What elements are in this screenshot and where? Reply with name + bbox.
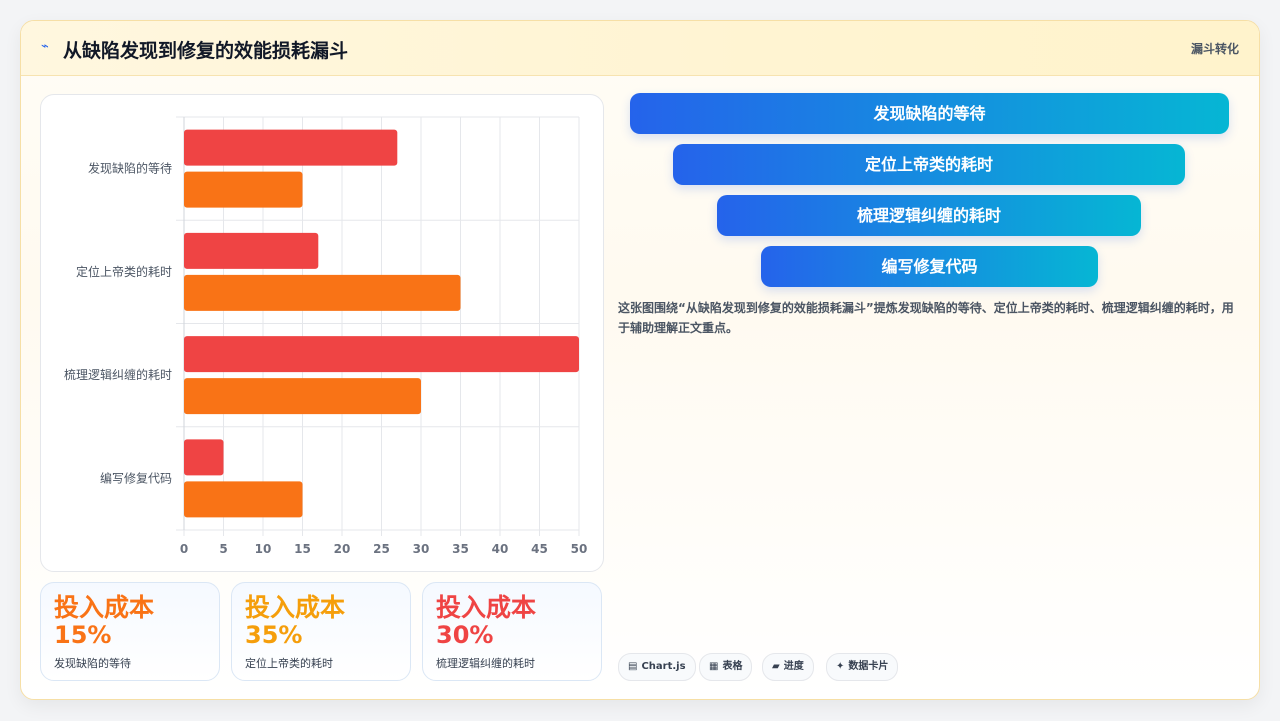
bar-series1 xyxy=(184,439,224,476)
x-tick-label: 40 xyxy=(492,542,509,556)
stat-title: 投入成本 xyxy=(54,593,155,622)
sparkle-icon: ✦ xyxy=(836,661,845,672)
x-tick-label: 45 xyxy=(531,542,548,556)
chart-svg: 0 5 10 15 20 25 30 35 40 45 50 发现缺陷的等待定位上帝类的耗时梳理逻辑纠… xyxy=(64,116,588,556)
x-tick-label: 20 xyxy=(334,542,351,556)
stat-card-3: 投入成本 30% 梳理逻辑纠缠的耗时 xyxy=(422,582,602,681)
chip-label: 表格 xyxy=(722,661,743,672)
x-tick-label: 35 xyxy=(452,542,469,556)
bar-series2 xyxy=(184,481,303,518)
funnel-step-3: 梳理逻辑纠缠的耗时 xyxy=(717,195,1141,236)
chip-table[interactable]: ▦ 表格 xyxy=(699,653,753,681)
chart-description: 这张图围绕“从缺陷发现到修复的效能损耗漏斗”提炼发现缺陷的等待、定位上帝类的耗时… xyxy=(618,301,1234,335)
chip-label: 进度 xyxy=(783,661,804,672)
stat-value: 15% xyxy=(54,621,112,649)
x-tick-label: 15 xyxy=(294,542,311,556)
bar-series1 xyxy=(184,129,398,166)
page-title: 从缺陷发现到修复的效能损耗漏斗 xyxy=(63,40,349,62)
chip-label: 数据卡片 xyxy=(848,661,889,672)
funnel-step-1: 发现缺陷的等待 xyxy=(630,93,1229,134)
lightning-icon: ⌁ xyxy=(41,39,49,54)
x-tick-label: 0 xyxy=(180,542,188,556)
x-tick-label: 50 xyxy=(571,542,588,556)
x-tick-label: 30 xyxy=(413,542,430,556)
bar-series1 xyxy=(184,336,579,373)
bar-series2 xyxy=(184,171,303,208)
header-tag: 漏斗转化 xyxy=(1190,42,1239,56)
stat-card-2: 投入成本 35% 定位上帝类的耗时 xyxy=(231,582,411,681)
stat-title: 投入成本 xyxy=(245,593,346,622)
stat-label: 发现缺陷的等待 xyxy=(54,657,131,670)
x-tick-label: 25 xyxy=(373,542,390,556)
stat-value: 35% xyxy=(245,621,303,649)
x-tick-label: 10 xyxy=(255,542,272,556)
bar-series2 xyxy=(184,378,421,415)
funnel-step-2: 定位上帝类的耗时 xyxy=(673,144,1185,185)
chip-progress[interactable]: ▰ 进度 xyxy=(762,653,814,681)
stat-label: 定位上帝类的耗时 xyxy=(245,657,333,670)
stat-card-1: 投入成本 15% 发现缺陷的等待 xyxy=(40,582,220,681)
chip-chartjs[interactable]: ▤ Chart.js xyxy=(618,653,696,681)
chip-data-card[interactable]: ✦ 数据卡片 xyxy=(826,653,899,681)
bar-series1 xyxy=(184,232,319,269)
progress-icon: ▰ xyxy=(772,661,780,672)
main-card: ⌁ 从缺陷发现到修复的效能损耗漏斗 漏斗转化 0 5 10 15 20 25 30 35 40 4… xyxy=(20,20,1260,700)
y-category-label: 定位上帝类的耗时 xyxy=(76,264,172,279)
stat-title: 投入成本 xyxy=(436,593,537,622)
card-header: ⌁ 从缺陷发现到修复的效能损耗漏斗 漏斗转化 xyxy=(21,21,1259,76)
funnel-step-4: 编写修复代码 xyxy=(761,246,1098,287)
bar-chart: 0 5 10 15 20 25 30 35 40 45 50 发现缺陷的等待定位上帝类的耗时梳理逻辑纠… xyxy=(40,94,604,572)
y-category-label: 发现缺陷的等待 xyxy=(88,161,172,176)
stat-label: 梳理逻辑纠缠的耗时 xyxy=(436,657,535,670)
bar-series2 xyxy=(184,274,461,311)
stat-value: 30% xyxy=(436,621,494,649)
x-tick-label: 5 xyxy=(219,542,227,556)
table-icon: ▦ xyxy=(709,661,719,672)
chart-icon: ▤ xyxy=(628,661,638,672)
y-category-label: 编写修复代码 xyxy=(100,470,172,485)
y-category-label: 梳理逻辑纠缠的耗时 xyxy=(64,367,172,382)
chip-label: Chart.js xyxy=(641,661,686,672)
